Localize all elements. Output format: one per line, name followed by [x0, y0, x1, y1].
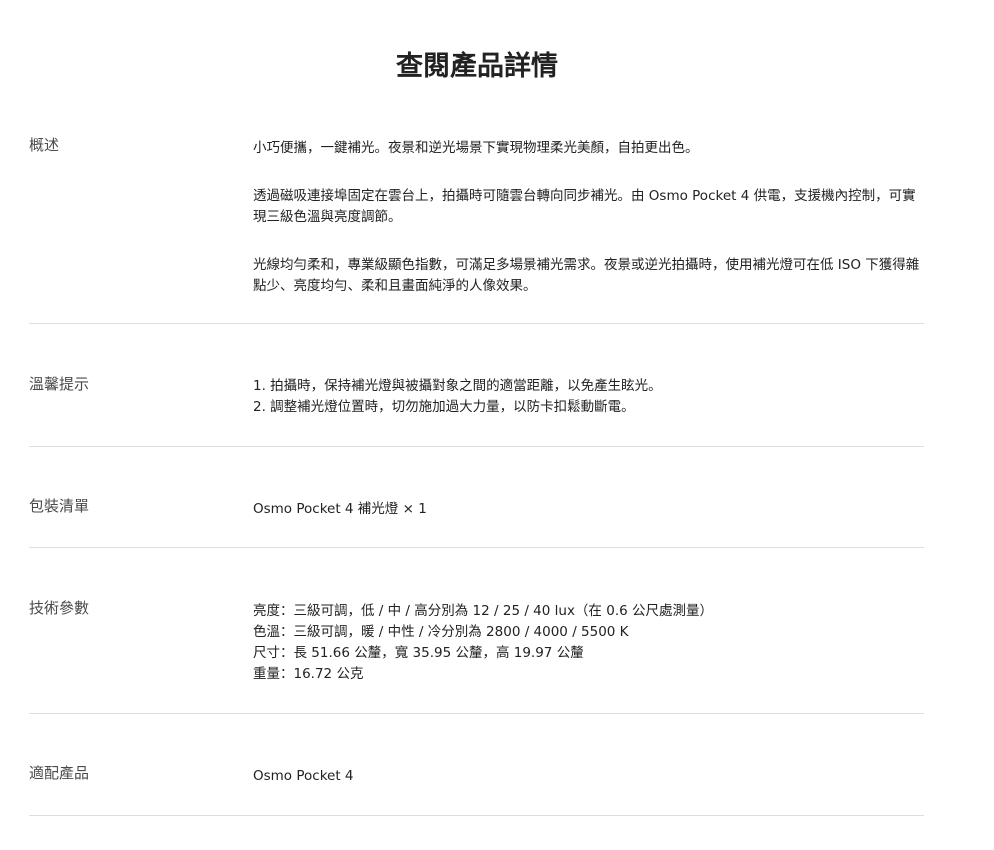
spec-item-color-temperature: 色溫：三級可調，暖 / 中性 / 冷分別為 2800 / 4000 / 5500… — [253, 624, 629, 640]
tips-content: 1. 拍攝時，保持補光燈與被攝對象之間的適當距離，以免產生眩光。 2. 調整補光… — [253, 376, 923, 418]
section-specs: 技術參數 亮度：三級可調，低 / 中 / 高分別為 12 / 25 / 40 l… — [29, 597, 924, 714]
package-content: Osmo Pocket 4 補光燈 × 1 — [253, 499, 923, 520]
section-label-overview: 概述 — [29, 136, 60, 154]
page-title: 查閱產品詳情 — [396, 51, 558, 83]
tip-item: 2. 調整補光燈位置時，切勿施加過大力量，以防卡扣鬆動斷電。 — [253, 399, 635, 415]
section-overview: 概述 小巧便攜，一鍵補光。夜景和逆光場景下實現物理柔光美顏，自拍更出色。 透過磁… — [29, 134, 924, 324]
tip-item: 1. 拍攝時，保持補光燈與被攝對象之間的適當距離，以免產生眩光。 — [253, 378, 662, 394]
spec-item-weight: 重量：16.72 公克 — [253, 666, 364, 682]
overview-paragraph: 小巧便攜，一鍵補光。夜景和逆光場景下實現物理柔光美顏，自拍更出色。 — [253, 140, 699, 156]
section-label-compatible: 適配產品 — [29, 764, 90, 782]
compatible-content: Osmo Pocket 4 — [253, 766, 923, 787]
spec-item-dimensions: 尺寸：長 51.66 公釐，寬 35.95 公釐，高 19.97 公釐 — [253, 645, 584, 661]
specs-content: 亮度：三級可調，低 / 中 / 高分別為 12 / 25 / 40 lux（在 … — [253, 601, 923, 685]
section-label-package: 包裝清單 — [29, 497, 90, 515]
overview-paragraph: 光線均勻柔和，專業級顯色指數，可滿足多場景補光需求。夜景或逆光拍攝時，使用補光燈… — [253, 257, 920, 294]
spec-item-brightness: 亮度：三級可調，低 / 中 / 高分別為 12 / 25 / 40 lux（在 … — [253, 603, 713, 619]
overview-paragraph: 透過磁吸連接埠固定在雲台上，拍攝時可隨雲台轉向同步補光。由 Osmo Pocke… — [253, 188, 916, 225]
package-item: Osmo Pocket 4 補光燈 × 1 — [253, 501, 427, 517]
section-label-specs: 技術參數 — [29, 599, 90, 617]
section-label-tips: 溫馨提示 — [29, 375, 90, 393]
overview-content: 小巧便攜，一鍵補光。夜景和逆光場景下實現物理柔光美顏，自拍更出色。 透過磁吸連接… — [253, 138, 923, 297]
section-package: 包裝清單 Osmo Pocket 4 補光燈 × 1 — [29, 495, 924, 548]
section-compatible: 適配產品 Osmo Pocket 4 — [29, 762, 924, 816]
compatible-product: Osmo Pocket 4 — [253, 768, 354, 784]
section-tips: 溫馨提示 1. 拍攝時，保持補光燈與被攝對象之間的適當距離，以免產生眩光。 2.… — [29, 373, 924, 447]
